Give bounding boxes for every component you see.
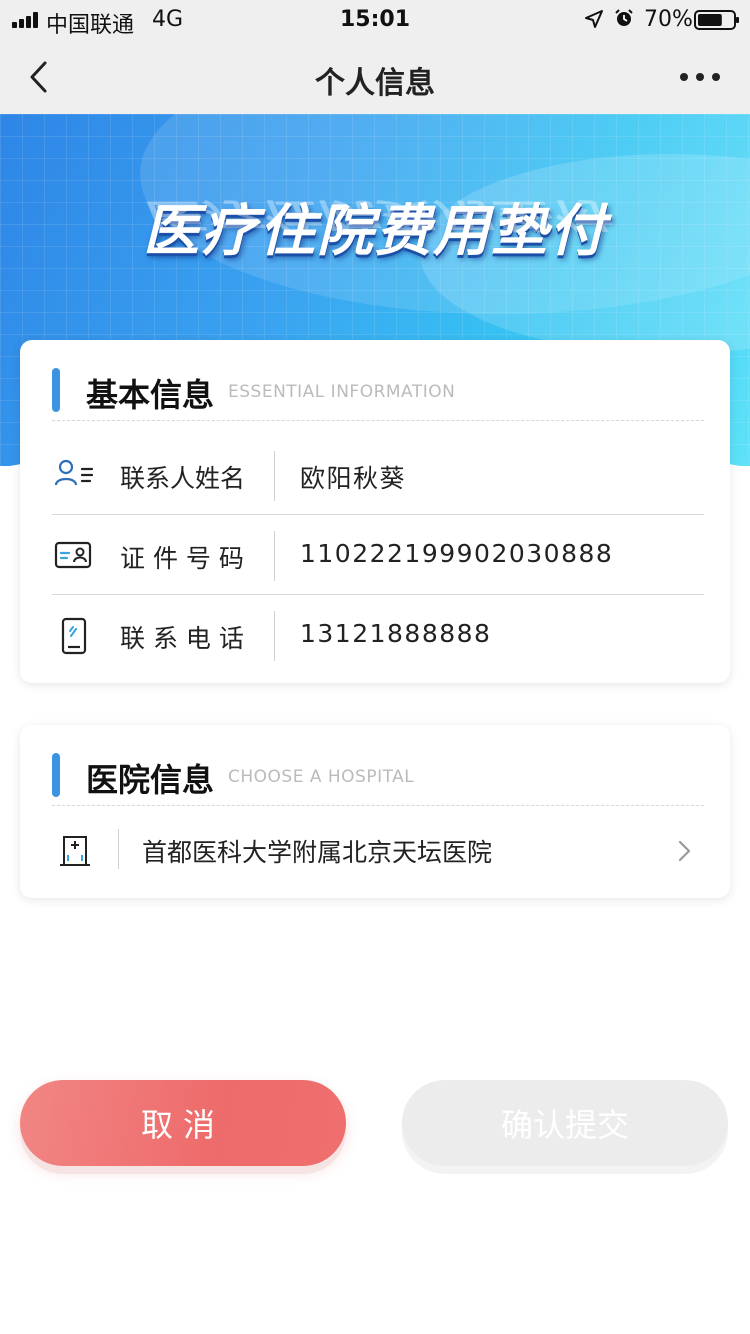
id-number-value[interactable]: 110222199902030888	[300, 539, 613, 568]
location-arrow-icon	[585, 10, 603, 28]
row-label: 证 件 号 码	[120, 544, 244, 573]
vertical-divider	[274, 611, 275, 661]
contact-name-row[interactable]: 联系人姓名 欧阳秋葵	[52, 435, 704, 515]
id-card-icon	[54, 541, 92, 569]
status-time: 15:01	[339, 7, 411, 32]
hospital-name[interactable]: 首都医科大学附属北京天坛医院	[142, 833, 492, 869]
navigation-bar: 个人信息	[0, 40, 750, 114]
hospital-info-header: 医院信息 CHOOSE A HOSPITAL	[52, 753, 702, 799]
section-subtitle: ESSENTIAL INFORMATION	[228, 382, 456, 402]
row-label: 联系人姓名	[120, 464, 246, 493]
section-title: 医院信息	[86, 761, 215, 799]
page-title: 个人信息	[315, 66, 435, 101]
dashed-divider	[52, 420, 704, 421]
id-number-row[interactable]: 证 件 号 码 110222199902030888	[52, 515, 704, 595]
section-accent-bar	[52, 368, 60, 412]
confirm-submit-button[interactable]: 确认提交	[402, 1080, 728, 1166]
mobile-phone-icon	[61, 617, 87, 655]
status-bar: 中国联通 4G 15:01 70%	[0, 0, 750, 40]
alarm-clock-icon	[615, 9, 633, 26]
phone-number-value[interactable]: 13121888888	[300, 619, 491, 648]
section-title: 基本信息	[86, 376, 215, 414]
section-subtitle: CHOOSE A HOSPITAL	[228, 767, 415, 787]
hospital-select-row[interactable]: 首都医科大学附属北京天坛医院	[52, 815, 704, 885]
section-accent-bar	[52, 753, 60, 797]
contact-name-value[interactable]: 欧阳秋葵	[300, 459, 406, 495]
chevron-right-icon[interactable]	[674, 839, 694, 863]
contact-person-icon	[54, 459, 94, 486]
banner-title-reflection: 医疗住院费用垫付	[143, 195, 607, 235]
vertical-divider	[274, 451, 275, 501]
row-label: 联 系 电 话	[120, 624, 244, 653]
phone-number-row[interactable]: 联 系 电 话 13121888888	[52, 595, 704, 675]
basic-info-card: 基本信息 ESSENTIAL INFORMATION 联系人姓名 欧阳秋葵 证 …	[20, 340, 730, 683]
battery-icon	[694, 10, 739, 30]
vertical-divider	[118, 829, 119, 869]
hospital-building-icon	[60, 836, 90, 866]
battery-percentage: 70%	[644, 7, 693, 32]
hospital-info-card: 医院信息 CHOOSE A HOSPITAL 首都医科大学附属北京天坛医院	[20, 725, 730, 898]
vertical-divider	[274, 531, 275, 581]
cancel-button[interactable]: 取消	[20, 1080, 346, 1166]
more-options-icon[interactable]	[678, 70, 722, 84]
basic-info-header: 基本信息 ESSENTIAL INFORMATION	[52, 368, 702, 414]
dashed-divider	[52, 805, 704, 806]
